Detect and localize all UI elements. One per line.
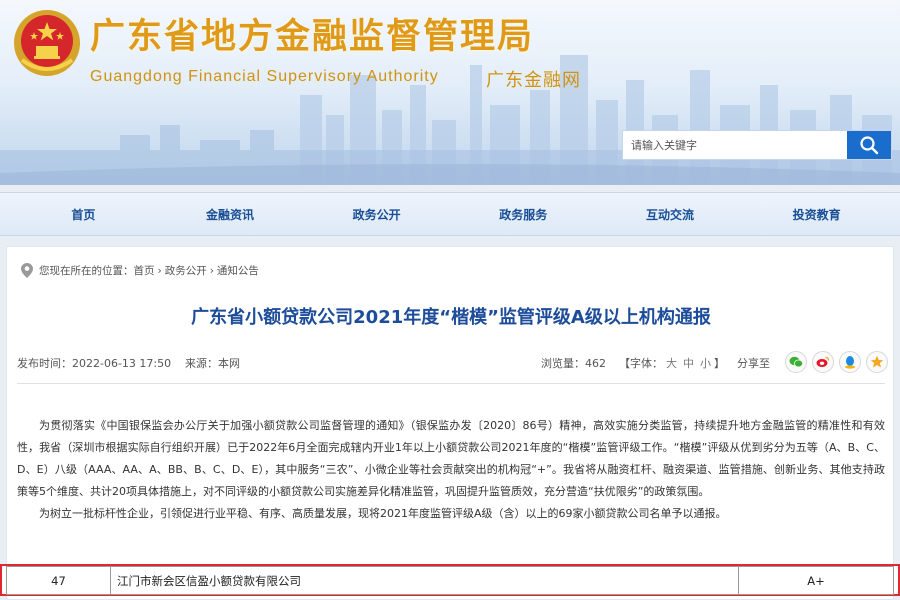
article-panel: 您现在所在的位置： 首页 › 政务公开 › 通知公告 广东省小额贷款公司2021… bbox=[6, 246, 894, 600]
nav-item-financial-news[interactable]: 金融资讯 bbox=[170, 206, 290, 223]
nav-item-investor-education[interactable]: 投资教育 bbox=[757, 206, 877, 223]
location-pin-icon bbox=[21, 263, 33, 278]
breadcrumb-separator: › bbox=[209, 264, 214, 277]
site-subtitle: Guangdong Financial Supervisory Authorit… bbox=[90, 68, 439, 85]
site-network-name[interactable]: 广东金融网 bbox=[486, 66, 581, 92]
breadcrumb-government-affairs[interactable]: 政务公开 bbox=[165, 263, 207, 278]
company-table: 47 江门市新会区信盈小额贷款有限公司 A+ bbox=[6, 566, 894, 595]
nav-item-government-affairs[interactable]: 政务公开 bbox=[317, 206, 437, 223]
meta-divider bbox=[17, 383, 885, 384]
breadcrumb: 您现在所在的位置： 首页 › 政务公开 › 通知公告 bbox=[21, 263, 259, 278]
qq-icon[interactable] bbox=[839, 351, 861, 373]
company-name: 江门市新会区信盈小额贷款有限公司 bbox=[110, 566, 739, 595]
share-label: 分享至 bbox=[737, 357, 770, 370]
nav-item-interaction[interactable]: 互动交流 bbox=[610, 206, 730, 223]
breadcrumb-separator: › bbox=[157, 264, 162, 277]
nav-item-home[interactable]: 首页 bbox=[23, 206, 143, 223]
font-size-suffix: 】 bbox=[714, 357, 725, 370]
font-size-prefix: 【字体： bbox=[619, 357, 663, 370]
search-input[interactable] bbox=[623, 131, 847, 159]
breadcrumb-notices[interactable]: 通知公告 bbox=[217, 263, 259, 278]
site-title: 广东省地方金融监督管理局 bbox=[90, 17, 535, 57]
row-number: 47 bbox=[6, 566, 111, 595]
favorite-icon[interactable] bbox=[866, 351, 888, 373]
rating-grade: A+ bbox=[738, 566, 894, 595]
search-icon bbox=[860, 136, 879, 155]
table-row: 47 江门市新会区信盈小额贷款有限公司 A+ bbox=[6, 566, 894, 595]
national-emblem-icon bbox=[12, 8, 82, 78]
main-nav: 首页 金融资讯 政务公开 政务服务 互动交流 投资教育 bbox=[0, 192, 900, 236]
article-paragraph: 为贯彻落实《中国银保监会办公厅关于加强小额贷款公司监督管理的通知》（银保监办发〔… bbox=[17, 419, 885, 498]
article-source: 来源：本网 bbox=[185, 357, 240, 370]
share-icons bbox=[785, 351, 888, 373]
header-banner: 广东省地方金融监督管理局 Guangdong Financial Supervi… bbox=[0, 0, 900, 185]
search-button[interactable] bbox=[847, 131, 891, 159]
article-title: 广东省小额贷款公司2021年度“楷模”监管评级A级以上机构通报 bbox=[191, 307, 711, 328]
breadcrumb-prefix: 您现在所在的位置： bbox=[39, 265, 134, 277]
article-paragraph: 为树立一批标杆性企业，引领促进行业平稳、有序、高质量发展，现将2021年度监管评… bbox=[39, 507, 727, 520]
nav-item-government-services[interactable]: 政务服务 bbox=[463, 206, 583, 223]
font-size-large[interactable]: 大 bbox=[666, 357, 677, 370]
font-size-small[interactable]: 小 bbox=[700, 357, 711, 370]
weibo-icon[interactable] bbox=[812, 351, 834, 373]
search-bar bbox=[622, 130, 892, 160]
font-size-control: 【字体：大中小】 bbox=[619, 355, 725, 371]
view-count: 浏览量：462 bbox=[541, 357, 606, 370]
breadcrumb-home[interactable]: 首页 bbox=[134, 263, 155, 278]
wechat-icon[interactable] bbox=[785, 351, 807, 373]
publish-time: 发布时间：2022-06-13 17:50 bbox=[17, 357, 172, 370]
font-size-medium[interactable]: 中 bbox=[683, 357, 694, 370]
article-body: 为贯彻落实《中国银保监会办公厅关于加强小额贷款公司监督管理的通知》（银保监办发〔… bbox=[17, 415, 885, 525]
article-meta: 发布时间：2022-06-13 17:50 来源：本网 浏览量：462 【字体：… bbox=[17, 351, 888, 373]
